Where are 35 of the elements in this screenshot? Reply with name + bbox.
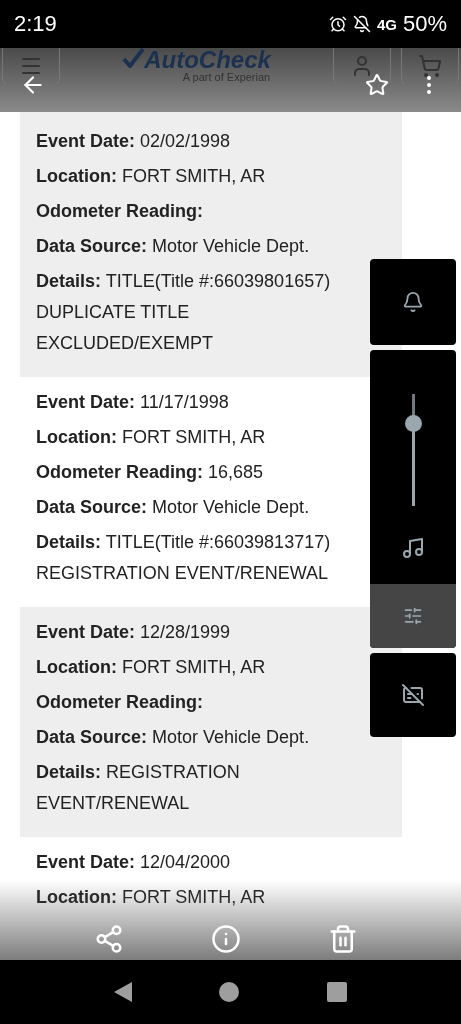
bell-off-icon [352, 15, 371, 33]
captions-button[interactable] [370, 653, 456, 737]
record-field: Details: TITLE(Title #:66039813717) REGISTRATION EVENT/RENEWAL [36, 527, 368, 589]
record-field: Data Source: Motor Vehicle Dept. [36, 722, 368, 753]
back-nav-icon[interactable] [113, 982, 132, 1002]
record-field: Event Date: 12/04/2000 [36, 847, 368, 878]
info-icon[interactable] [210, 924, 241, 954]
clock-time: 2:19 [14, 11, 57, 37]
network-type: 4G [376, 15, 397, 33]
brand-logo: AutoCheck [122, 48, 271, 72]
record-field: Event Date: 11/17/1998 [36, 387, 368, 418]
record-field: Odometer Reading: 16,685 [36, 457, 368, 488]
music-note-icon [401, 536, 425, 560]
record-field: Odometer Reading: [36, 687, 368, 718]
battery-level: 50% [402, 11, 447, 37]
record-field: Details: REGISTRATION EVENT/RENEWAL [36, 757, 368, 819]
record-field: Event Date: 02/02/1998 [36, 126, 368, 157]
record-field: Location: FORT SMITH, AR [36, 422, 368, 453]
captions-off-icon [401, 683, 425, 707]
sliders-icon [403, 606, 423, 626]
record-field: Data Source: Motor Vehicle Dept. [36, 231, 368, 262]
star-icon[interactable] [365, 73, 389, 97]
recents-nav-icon[interactable] [327, 982, 348, 1002]
record-field: Data Source: Motor Vehicle Dept. [36, 492, 368, 523]
record-field: Event Date: 12/28/1999 [36, 617, 368, 648]
home-nav-icon[interactable] [219, 982, 240, 1002]
record-field: Location: FORT SMITH, AR [36, 652, 368, 683]
volume-slider[interactable] [404, 394, 422, 506]
bell-icon [402, 291, 424, 313]
alarm-icon [328, 15, 347, 33]
record-field: Location: FORT SMITH, AR [36, 161, 368, 192]
cart-icon [418, 54, 442, 78]
checkmark-icon [122, 48, 145, 68]
record-field: Details: TITLE(Title #:66039801657) DUPLICATE TITLE EXCLUDED/EXEMPT [36, 266, 368, 359]
record-field: Odometer Reading: [36, 196, 368, 227]
